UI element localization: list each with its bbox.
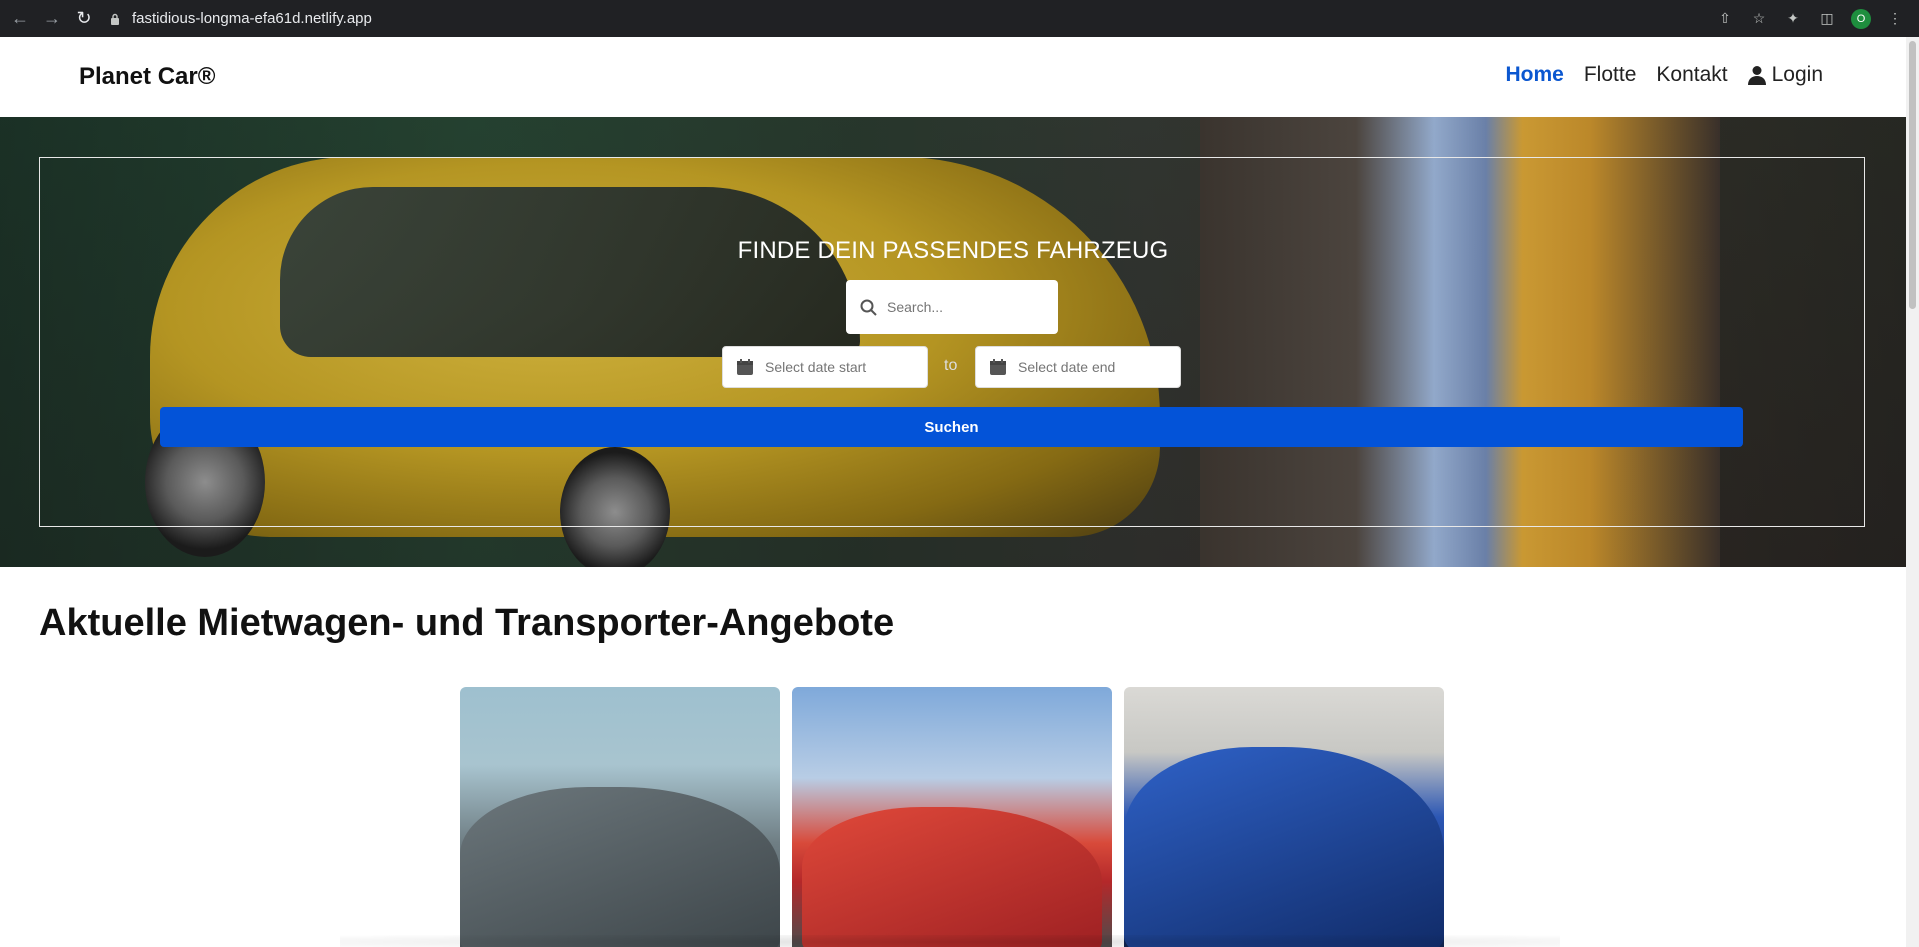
profile-avatar[interactable]: O xyxy=(1851,8,1871,29)
search-field[interactable] xyxy=(846,280,1058,334)
hero-frame xyxy=(39,157,1865,527)
scrollbar[interactable] xyxy=(1906,37,1919,947)
offer-card-1[interactable] xyxy=(460,687,780,947)
nav-login-label: Login xyxy=(1771,63,1823,86)
nav-home[interactable]: Home xyxy=(1506,63,1564,87)
nav-login[interactable]: Login xyxy=(1747,63,1823,87)
bottom-shadow xyxy=(340,935,1560,947)
date-start-field[interactable] xyxy=(722,346,928,388)
menu-icon[interactable]: ⋮ xyxy=(1885,9,1905,29)
sidebar-icon[interactable]: ◫ xyxy=(1817,9,1837,29)
hero-banner: FINDE DEIN PASSENDES FAHRZEUG to Suchen xyxy=(0,117,1906,567)
share-icon[interactable]: ⇧ xyxy=(1715,9,1735,29)
search-input[interactable] xyxy=(887,299,1037,315)
offer-card-3[interactable] xyxy=(1124,687,1444,947)
scrollbar-thumb[interactable] xyxy=(1909,41,1916,309)
reload-icon[interactable]: ↻ xyxy=(68,3,100,35)
lock-icon xyxy=(108,12,122,26)
offers-heading: Aktuelle Mietwagen- und Transporter-Ange… xyxy=(39,602,895,644)
star-icon[interactable]: ☆ xyxy=(1749,9,1769,29)
calendar-icon xyxy=(990,359,1006,375)
browser-toolbar: ← → ↻ fastidious-longma-efa61d.netlify.a… xyxy=(0,0,1919,37)
forward-icon[interactable]: → xyxy=(36,3,68,35)
offer-card-2[interactable] xyxy=(792,687,1112,947)
date-end-field[interactable] xyxy=(975,346,1181,388)
nav-flotte[interactable]: Flotte xyxy=(1584,63,1637,87)
hero-title: FINDE DEIN PASSENDES FAHRZEUG xyxy=(737,237,1169,264)
nav-kontakt[interactable]: Kontakt xyxy=(1656,63,1727,87)
search-submit-button[interactable]: Suchen xyxy=(160,407,1743,447)
address-bar[interactable]: fastidious-longma-efa61d.netlify.app xyxy=(100,0,1715,37)
car-image xyxy=(802,807,1102,947)
date-end-input[interactable] xyxy=(1018,359,1168,375)
date-start-input[interactable] xyxy=(765,359,915,375)
page-viewport: Planet Car® Home Flotte Kontakt Login FI… xyxy=(0,37,1906,947)
extensions-icon[interactable]: ✦ xyxy=(1783,9,1803,29)
calendar-icon xyxy=(737,359,753,375)
user-icon xyxy=(1747,66,1766,85)
search-icon xyxy=(860,299,877,316)
back-icon[interactable]: ← xyxy=(4,3,36,35)
site-header: Planet Car® Home Flotte Kontakt Login xyxy=(0,37,1906,117)
main-nav: Home Flotte Kontakt Login xyxy=(1506,63,1824,87)
date-separator: to xyxy=(944,357,958,374)
url-text: fastidious-longma-efa61d.netlify.app xyxy=(132,10,372,27)
car-image xyxy=(1124,747,1444,947)
brand-logo[interactable]: Planet Car® xyxy=(79,63,215,91)
car-image xyxy=(460,787,780,947)
